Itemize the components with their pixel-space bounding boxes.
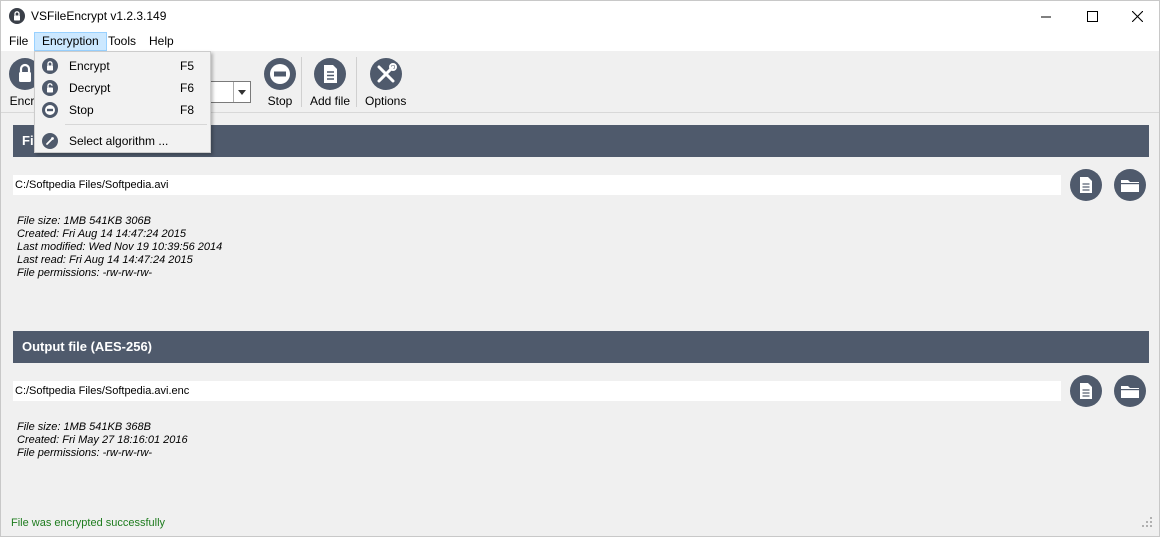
- menu-file[interactable]: File: [2, 32, 35, 51]
- stop-icon: [264, 58, 296, 90]
- input-file-browse-button[interactable]: [1114, 169, 1146, 201]
- status-message: File was encrypted successfully: [11, 517, 166, 529]
- stop-label: Stop: [267, 94, 293, 108]
- add-file-button[interactable]: Add file: [310, 57, 350, 108]
- info-line: Last modified: Wed Nov 19 10:39:56 2014: [17, 241, 223, 253]
- menu-item-select-algorithm[interactable]: Select algorithm ...: [37, 130, 208, 152]
- combo-arrow[interactable]: [233, 82, 250, 102]
- tools-icon: [369, 58, 402, 90]
- options-button[interactable]: Options: [365, 57, 406, 108]
- menu-item-label: Encrypt: [69, 59, 110, 73]
- maximize-button[interactable]: [1069, 1, 1115, 32]
- info-line: Created: Fri Aug 14 14:47:24 2015: [17, 228, 186, 240]
- app-window: VSFileEncrypt v1.2.3.149 File Encryption…: [0, 0, 1160, 537]
- stop-button[interactable]: Stop: [263, 57, 297, 108]
- output-file-path[interactable]: C:/Softpedia Files/Softpedia.avi.enc: [13, 381, 1061, 401]
- info-line: File permissions: -rw-rw-rw-: [17, 267, 153, 279]
- menu-separator: [65, 124, 207, 125]
- menu-tools[interactable]: Tools: [101, 32, 143, 51]
- unlock-icon: [42, 80, 58, 96]
- menu-item-label: Stop: [69, 103, 94, 117]
- window-title: VSFileEncrypt v1.2.3.149: [31, 9, 167, 23]
- info-line: Created: Fri May 27 18:16:01 2016: [17, 434, 188, 446]
- input-file-info: File size: 1MB 541KB 306B Created: Fri A…: [17, 215, 222, 280]
- output-file-properties-button[interactable]: [1070, 375, 1102, 407]
- add-file-icon: [314, 58, 347, 90]
- menu-help[interactable]: Help: [142, 32, 181, 51]
- document-icon: [1080, 177, 1092, 193]
- info-line: File size: 1MB 541KB 368B: [17, 421, 151, 433]
- menu-item-shortcut: F6: [180, 81, 195, 95]
- folder-icon: [1121, 386, 1139, 398]
- menu-item-shortcut: F5: [180, 59, 195, 73]
- output-file-info: File size: 1MB 541KB 368B Created: Fri M…: [17, 421, 188, 460]
- menu-item-label: Select algorithm ...: [69, 134, 169, 148]
- menu-encryption[interactable]: Encryption: [34, 32, 107, 51]
- close-icon: [1131, 11, 1143, 22]
- app-lock-icon: [9, 8, 25, 24]
- document-icon: [1080, 383, 1092, 399]
- add-file-label: Add file: [310, 94, 351, 108]
- toolbar-separator: [301, 57, 302, 107]
- info-line: File permissions: -rw-rw-rw-: [17, 447, 153, 459]
- close-button[interactable]: [1114, 1, 1160, 32]
- chevron-down-icon: [238, 89, 246, 95]
- input-file-path[interactable]: C:/Softpedia Files/Softpedia.avi: [13, 175, 1061, 195]
- minimize-button[interactable]: [1023, 1, 1069, 32]
- menu-item-stop[interactable]: Stop F8: [37, 99, 208, 121]
- info-line: Last read: Fri Aug 14 14:47:24 2015: [17, 254, 193, 266]
- lock-icon: [42, 58, 58, 74]
- menu-item-label: Decrypt: [69, 81, 111, 95]
- title-bar: VSFileEncrypt v1.2.3.149: [1, 1, 1159, 32]
- input-file-properties-button[interactable]: [1070, 169, 1102, 201]
- stop-icon: [42, 102, 58, 118]
- maximize-icon: [1086, 11, 1098, 22]
- menu-item-shortcut: F8: [180, 103, 195, 117]
- output-file-browse-button[interactable]: [1114, 375, 1146, 407]
- menu-item-encrypt[interactable]: Encrypt F5: [37, 55, 208, 77]
- toolbar-separator: [356, 57, 357, 107]
- options-label: Options: [365, 94, 407, 108]
- menu-bar: File Encryption Tools Help: [1, 32, 1159, 51]
- encryption-menu: Encrypt F5 Decrypt F6 Stop F8 Select alg…: [34, 51, 211, 153]
- output-file-header: Output file (AES-256): [13, 331, 1149, 363]
- folder-icon: [1121, 180, 1139, 192]
- info-line: File size: 1MB 541KB 306B: [17, 215, 151, 227]
- minimize-icon: [1041, 16, 1051, 17]
- menu-item-decrypt[interactable]: Decrypt F6: [37, 77, 208, 99]
- resize-grip-icon[interactable]: [1139, 515, 1153, 529]
- key-icon: [42, 133, 58, 149]
